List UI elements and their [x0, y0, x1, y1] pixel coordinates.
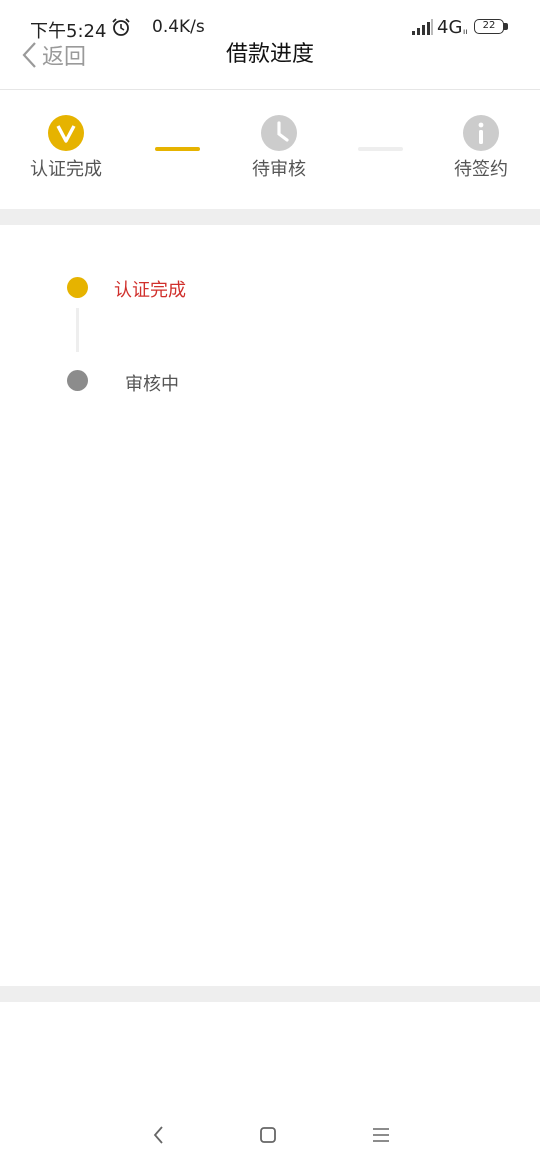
- progress-timeline: 认证完成 审核中: [0, 226, 540, 986]
- section-divider: [0, 986, 540, 1002]
- back-triangle-icon[interactable]: [146, 1122, 172, 1148]
- progress-stepper: 认证完成 待审核 待签约: [0, 91, 540, 209]
- clock-icon: [261, 115, 297, 151]
- timeline-item-reviewing: 审核中: [125, 374, 179, 395]
- menu-lines-icon[interactable]: [368, 1122, 394, 1148]
- network-type: 4G: [437, 17, 463, 38]
- network-speed: 0.4K/s: [152, 17, 205, 37]
- timeline-dot-completed: [67, 277, 88, 298]
- network-subscript: ıı: [463, 27, 468, 36]
- timeline-connector: [76, 308, 79, 352]
- page-title: 借款进度: [225, 42, 314, 67]
- info-icon: [463, 115, 499, 151]
- battery-level: 22: [482, 20, 496, 31]
- step-pending-review: 待审核: [219, 115, 339, 181]
- step-verified: 认证完成: [6, 115, 126, 181]
- timeline-item-verified: 认证完成: [114, 280, 186, 301]
- section-divider: [0, 209, 540, 225]
- step-label: 待审核: [252, 159, 306, 180]
- loan-progress-screen: 下午5:24 0.4K/s 4G ıı 22 返回 借款进度 认证完成 待审核 …: [0, 0, 540, 1170]
- step-connector-inactive: [358, 147, 403, 151]
- system-navigation-bar: [0, 1110, 540, 1160]
- timeline-dot-current: [67, 370, 88, 391]
- step-pending-sign: 待签约: [421, 115, 540, 181]
- status-bar: 下午5:24 0.4K/s 4G ıı 22: [0, 0, 540, 42]
- check-v-icon: [48, 115, 84, 151]
- battery-icon: 22: [474, 19, 508, 34]
- step-label: 认证完成: [30, 159, 102, 180]
- signal-icon: [412, 19, 433, 35]
- navigation-bar: 返回 借款进度: [0, 40, 540, 90]
- home-square-icon[interactable]: [255, 1122, 281, 1148]
- alarm-icon: [112, 18, 130, 36]
- step-label: 待签约: [454, 159, 508, 180]
- step-connector-active: [155, 147, 200, 151]
